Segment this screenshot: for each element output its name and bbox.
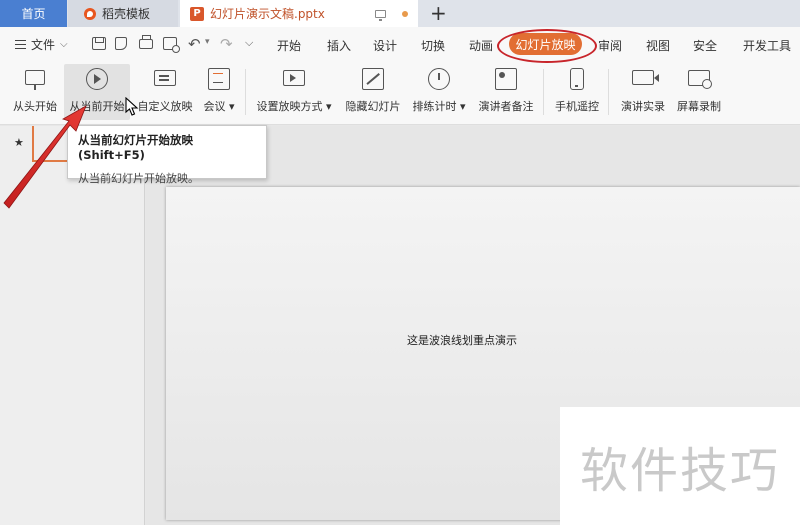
hide-slide-button[interactable]: 隐藏幻灯片: [342, 64, 404, 120]
tab-templates[interactable]: 稻壳模板: [68, 0, 178, 27]
rehearse-timing-label: 排练计时 ▾: [412, 100, 466, 113]
ribbon-toolbar: 从头开始 从当前开始 自定义放映 会议 ▾ 设置放映方式 ▾ 隐藏幻灯片 排练计…: [0, 61, 800, 125]
tab-templates-label: 稻壳模板: [102, 7, 151, 21]
menu-design[interactable]: 设计: [373, 37, 397, 54]
record-presentation-label: 演讲实录: [621, 100, 665, 113]
watermark: 软件技巧: [560, 407, 800, 525]
more-dropdown-icon[interactable]: ⌵: [245, 36, 253, 50]
menu-review[interactable]: 审阅: [598, 37, 622, 54]
mouse-cursor-icon: [125, 97, 139, 116]
star-icon: ★: [14, 136, 24, 149]
menu-transitions[interactable]: 切换: [421, 37, 445, 54]
chevron-down-icon: ⌵: [60, 39, 68, 50]
tab-document[interactable]: P 幻灯片演示文稿.pptx: [180, 0, 418, 27]
tab-home[interactable]: 首页: [0, 0, 67, 27]
tooltip-title: 从当前幻灯片开始放映 (Shift+F5): [78, 133, 193, 162]
meeting-icon: [208, 68, 230, 90]
monitor-play-icon: [25, 70, 45, 90]
menu-developer[interactable]: 开发工具: [743, 37, 791, 54]
print-preview-icon[interactable]: [163, 37, 180, 53]
speaker-notes-icon: [495, 68, 517, 90]
tab-document-label: 幻灯片演示文稿.pptx: [210, 7, 325, 21]
save-icon[interactable]: [92, 37, 106, 50]
slideshow-settings-button[interactable]: 设置放映方式 ▾: [255, 64, 333, 120]
file-menu-button[interactable]: 文件 ⌵: [15, 36, 68, 53]
meeting-label: 会议 ▾: [203, 100, 235, 113]
docer-logo-icon: [84, 7, 96, 20]
screen-record-button[interactable]: 屏幕录制: [674, 64, 724, 120]
highlight-oval: [497, 29, 597, 63]
screen-record-label: 屏幕录制: [677, 100, 721, 113]
monitor-icon[interactable]: [375, 9, 386, 21]
share-icon[interactable]: [115, 37, 127, 50]
divider: [608, 69, 609, 115]
menu-view[interactable]: 视图: [646, 37, 670, 54]
rehearse-timing-button[interactable]: 排练计时 ▾: [410, 64, 468, 120]
hamburger-icon: [15, 40, 26, 49]
timer-icon: [428, 68, 450, 90]
slideshow-settings-label: 设置放映方式 ▾: [256, 100, 332, 113]
from-current-label: 从当前开始: [69, 100, 125, 113]
watermark-text: 软件技巧: [579, 443, 780, 499]
play-circle-icon: [86, 68, 108, 90]
file-menu-label: 文件: [31, 38, 56, 52]
divider: [245, 69, 246, 115]
tab-bar: 首页 稻壳模板 P 幻灯片演示文稿.pptx +: [0, 0, 800, 27]
menu-start[interactable]: 开始: [277, 37, 301, 54]
from-beginning-label: 从头开始: [13, 100, 57, 113]
custom-slideshow-icon: [154, 70, 176, 86]
tooltip-description: 从当前幻灯片开始放映。: [78, 172, 199, 185]
phone-remote-icon: [570, 68, 584, 90]
unsaved-dot-icon: [402, 10, 408, 17]
speaker-notes-label: 演讲者备注: [478, 100, 534, 113]
phone-remote-label: 手机遥控: [555, 100, 599, 113]
custom-slideshow-button[interactable]: 自定义放映: [136, 64, 194, 120]
hide-slide-label: 隐藏幻灯片: [345, 100, 401, 113]
hide-slide-icon: [362, 68, 384, 90]
tooltip: 从当前幻灯片开始放映 (Shift+F5) 从当前幻灯片开始放映。: [67, 125, 267, 185]
menu-security[interactable]: 安全: [693, 37, 717, 54]
record-presentation-button[interactable]: 演讲实录: [618, 64, 668, 120]
screen-record-icon: [688, 70, 712, 89]
presentation-file-icon: P: [190, 6, 204, 21]
slide-text: 这是波浪线划重点演示: [407, 334, 517, 347]
slide-thumbnail[interactable]: [32, 126, 68, 162]
speaker-notes-button[interactable]: 演讲者备注: [476, 64, 536, 120]
custom-slideshow-label: 自定义放映: [137, 100, 193, 113]
from-current-button[interactable]: 从当前开始: [64, 64, 130, 120]
divider: [543, 69, 544, 115]
menu-bar: 文件 ⌵ ↶ ▾ ↷ ⌵ 开始 插入 设计 切换 动画 幻灯片放映 审阅 视图 …: [0, 27, 800, 61]
new-tab-button[interactable]: +: [430, 2, 447, 24]
meeting-button[interactable]: 会议 ▾: [200, 64, 238, 120]
phone-remote-button[interactable]: 手机遥控: [553, 64, 601, 120]
menu-animations[interactable]: 动画: [469, 37, 493, 54]
print-icon[interactable]: [139, 35, 153, 49]
menu-insert[interactable]: 插入: [327, 37, 351, 54]
undo-dropdown-icon[interactable]: ▾: [205, 37, 210, 50]
undo-icon[interactable]: ↶: [188, 35, 201, 53]
slideshow-settings-icon: [283, 70, 305, 86]
from-beginning-button[interactable]: 从头开始: [10, 64, 60, 120]
redo-icon[interactable]: ↷: [220, 35, 233, 53]
video-record-icon: [632, 70, 659, 85]
